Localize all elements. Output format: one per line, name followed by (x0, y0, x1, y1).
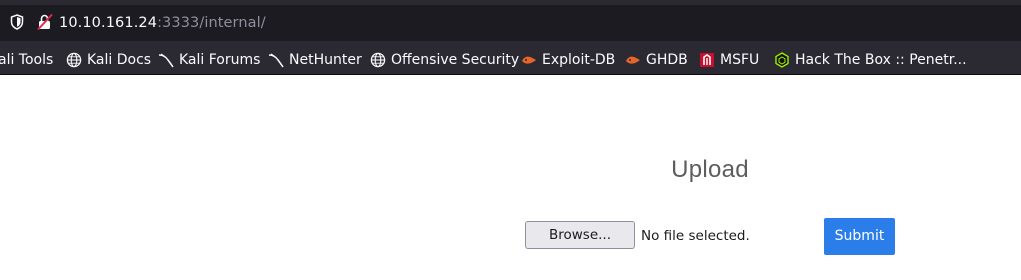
globe-icon (66, 52, 82, 68)
bookmark-offensive-security[interactable]: Offensive Security (370, 46, 519, 74)
bookmark-nethunter[interactable]: NetHunter (268, 46, 362, 74)
bookmark-ghdb[interactable]: GHDB (625, 46, 688, 74)
exploit-db-icon (521, 52, 537, 68)
shield-icon[interactable] (10, 14, 24, 34)
url-text[interactable]: 10.10.161.24:3333/internal/ (59, 13, 266, 33)
submit-button[interactable]: Submit (824, 218, 895, 255)
bookmark-label: Exploit-DB (542, 52, 616, 68)
bookmark-msfu[interactable]: MSFU (699, 46, 759, 74)
bookmarks-toolbar: ali Tools Kali Docs Kali Forums NetHunte… (0, 46, 1021, 75)
bookmark-label: MSFU (720, 52, 760, 68)
bookmark-label: Offensive Security (391, 52, 520, 68)
kali-dragon-icon (158, 52, 174, 68)
globe-icon (370, 52, 386, 68)
bookmark-label: Kali Docs (87, 52, 152, 68)
bookmark-kali-docs[interactable]: Kali Docs (66, 46, 151, 74)
browse-button[interactable]: Browse... (525, 221, 635, 249)
url-port-path: :3333/internal/ (157, 15, 266, 31)
bookmark-label: NetHunter (289, 52, 362, 68)
bookmark-exploit-db[interactable]: Exploit-DB (521, 46, 615, 74)
bookmark-kali-forums[interactable]: Kali Forums (158, 46, 260, 74)
hackthebox-icon (774, 52, 790, 68)
page-title: Upload (671, 156, 749, 183)
bookmark-label: Kali Forums (179, 52, 261, 68)
bookmark-label: GHDB (646, 52, 688, 68)
bookmark-label: Hack The Box :: Penetr... (795, 52, 967, 68)
insecure-lock-icon[interactable] (36, 13, 54, 35)
file-status-text: No file selected. (641, 228, 750, 244)
bookmark-label: ali Tools (0, 52, 54, 68)
msfu-icon (699, 52, 715, 68)
url-bar[interactable]: 10.10.161.24:3333/internal/ (0, 5, 1021, 41)
exploit-db-icon (625, 52, 641, 68)
kali-dragon-icon (268, 52, 284, 68)
url-host: 10.10.161.24 (59, 15, 158, 31)
navigation-toolbar: 10.10.161.24:3333/internal/ (0, 0, 1021, 46)
bookmark-kali-tools[interactable]: ali Tools (0, 46, 53, 74)
bookmark-hack-the-box[interactable]: Hack The Box :: Penetr... (774, 46, 967, 74)
